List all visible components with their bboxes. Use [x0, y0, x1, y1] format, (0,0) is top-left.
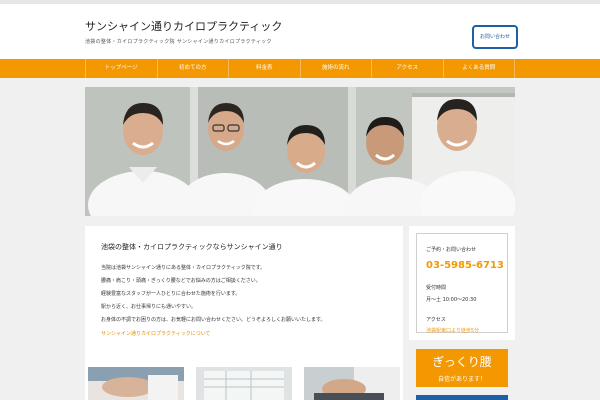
- treatment-photo-3: [304, 367, 400, 400]
- banner-title: ぎっくり腰: [432, 355, 492, 369]
- staff-photo-image: [85, 87, 515, 216]
- nav-item-access[interactable]: アクセス: [371, 59, 443, 78]
- nav-item-flow[interactable]: 施術の流れ: [299, 59, 372, 78]
- banner-subtitle: 自信があります！: [437, 376, 486, 383]
- nav-item-faq[interactable]: よくある質問: [442, 59, 515, 78]
- hours-label: 受付時間: [426, 285, 447, 291]
- nav-menu: トップページ 初めての方 料金表 施術の流れ アクセス よくある質問: [85, 59, 515, 78]
- main-heading: 池袋の整体・カイロプラクティックならサンシャイン通り: [101, 243, 283, 251]
- treatment-photo-1: [88, 367, 184, 400]
- phone-number[interactable]: 03-5985-6713: [426, 260, 504, 271]
- sidebar: ご予約・お問い合わせ 03-5985-6713 受付時間 月〜土 10:00〜2…: [409, 226, 515, 400]
- treatment-photo-2: [196, 367, 292, 400]
- access-label: アクセス: [426, 317, 446, 323]
- sidebar-banner-2[interactable]: [416, 395, 508, 400]
- gikkuri-banner[interactable]: ぎっくり腰 自信があります！: [416, 349, 508, 387]
- access-link[interactable]: 池袋駅東口より徒歩5分: [426, 327, 479, 334]
- intro-paragraph-5: お身体の不調でお困りの方は、お気軽にお問い合わせください。どうぞよろしくお願いい…: [101, 317, 326, 323]
- thumbnail-treatment-3[interactable]: [304, 367, 400, 400]
- contact-button[interactable]: お問い合わせ: [472, 25, 518, 49]
- phone-label: ご予約・お問い合わせ: [426, 247, 477, 253]
- nav-item-price[interactable]: 料金表: [228, 59, 300, 78]
- hero-staff-photo: [85, 87, 515, 216]
- intro-paragraph-1: 当院は池袋サンシャイン通りにある整体・カイロプラクティック院です。: [101, 265, 266, 271]
- nav-item-home[interactable]: トップページ: [85, 59, 157, 78]
- site-description: 池袋の整体・カイロプラクティック院 サンシャイン通りカイロプラクティック: [85, 39, 272, 45]
- contact-info-box: ご予約・お問い合わせ 03-5985-6713 受付時間 月〜土 10:00〜2…: [416, 233, 508, 334]
- about-link[interactable]: サンシャイン通りカイロプラクティックについて: [101, 330, 211, 337]
- hours-value: 月〜土 10:00〜20:30: [426, 297, 477, 303]
- global-nav: トップページ 初めての方 料金表 施術の流れ アクセス よくある質問: [0, 59, 600, 78]
- intro-paragraph-2: 腰痛・肩こり・頭痛・ぎっくり腰などでお悩みの方はご相談ください。: [101, 278, 261, 284]
- nav-item-first-visit[interactable]: 初めての方: [156, 59, 229, 78]
- site-header: サンシャイン通りカイロプラクティック 池袋の整体・カイロプラクティック院 サンシ…: [0, 4, 600, 59]
- main-content: 池袋の整体・カイロプラクティックならサンシャイン通り 当院は池袋サンシャイン通り…: [85, 226, 403, 400]
- thumbnail-treatment-1[interactable]: [88, 367, 184, 400]
- intro-paragraph-4: 駅から近く、お仕事帰りにも通いやすい。: [101, 304, 197, 310]
- contact-info-card: ご予約・お問い合わせ 03-5985-6713 受付時間 月〜土 10:00〜2…: [409, 226, 515, 340]
- site-title[interactable]: サンシャイン通りカイロプラクティック: [85, 18, 282, 34]
- thumbnail-treatment-2[interactable]: [196, 367, 292, 400]
- intro-paragraph-3: 経験豊富なスタッフが一人ひとりに合わせた施術を行います。: [101, 291, 241, 297]
